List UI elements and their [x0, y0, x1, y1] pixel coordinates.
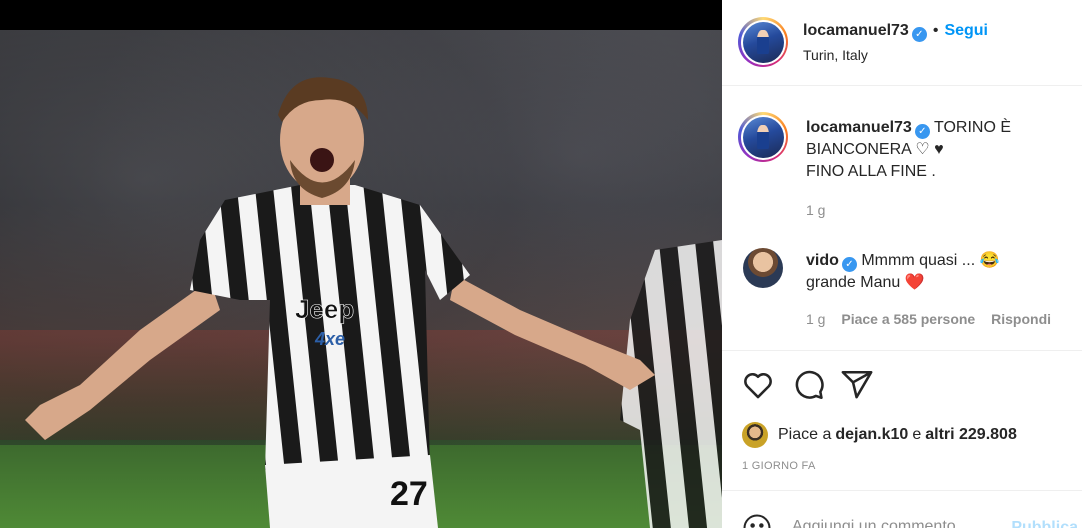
comment-text: vido ✓ Mmmm quasi ... 😂 grande Manu ❤️: [806, 250, 1066, 294]
verified-badge-icon: ✓: [911, 27, 927, 42]
caption-text: locamanuel73 ✓ TORINO È BIANCONERA ♡ ♥ FI…: [806, 117, 1066, 183]
heart-icon[interactable]: [741, 368, 775, 402]
caption-line-2: BIANCONERA ♡ ♥: [806, 141, 944, 158]
post-location[interactable]: Turin, Italy: [803, 47, 868, 63]
post-comment-button[interactable]: Pubblica: [1011, 519, 1078, 528]
likes-conjunction: e: [912, 426, 922, 443]
commenter-username[interactable]: vido: [806, 252, 839, 269]
caption-line-1: TORINO È: [933, 119, 1012, 136]
caption-username[interactable]: locamanuel73: [806, 119, 912, 136]
post-timestamp[interactable]: 1 GIORNO FA: [742, 460, 816, 472]
follow-button[interactable]: Segui: [944, 22, 988, 39]
author-avatar[interactable]: [738, 17, 788, 67]
likes-others[interactable]: altri 229.808: [925, 426, 1017, 444]
author-username[interactable]: locamanuel73: [803, 22, 909, 39]
caption-line-3: FINO ALLA FINE .: [806, 163, 936, 180]
liker-username[interactable]: dejan.k10: [835, 426, 908, 444]
reply-button[interactable]: Rispondi: [991, 311, 1051, 327]
verified-badge-icon: ✓: [914, 124, 930, 139]
jersey-sub: 4xe: [314, 329, 345, 349]
comment-likes[interactable]: Piace a 585 persone: [841, 311, 975, 327]
likes-prefix: Piace a: [778, 426, 832, 443]
player-illustration: Jeep 4xe 27: [25, 77, 722, 528]
post-side-panel: locamanuel73 ✓ • Segui Turin, Italy locaman…: [722, 0, 1082, 528]
action-bar: [722, 350, 1082, 420]
verified-badge-icon: ✓: [841, 257, 857, 272]
post-photo[interactable]: Jeep 4xe 27: [0, 0, 722, 528]
comment-meta: 1 g Piace a 585 persone Rispondi: [806, 311, 1063, 327]
share-icon[interactable]: [840, 368, 874, 402]
comment-icon[interactable]: [791, 368, 825, 402]
comment-input[interactable]: [792, 515, 1022, 528]
caption-avatar-image: [742, 116, 784, 158]
comment-time[interactable]: 1 g: [806, 311, 825, 327]
header-user-line: locamanuel73 ✓ • Segui: [803, 22, 988, 42]
separator-dot: •: [932, 22, 939, 39]
jersey-sponsor: Jeep: [295, 294, 354, 324]
comment-line-1: Mmmm quasi ... 😂: [861, 252, 1000, 269]
add-comment-bar: Pubblica: [722, 490, 1082, 528]
caption-avatar[interactable]: [738, 112, 788, 162]
caption-time[interactable]: 1 g: [806, 202, 825, 218]
likes-summary: Piace a dejan.k10 e altri 229.808: [742, 422, 1072, 448]
post-header: locamanuel73 ✓ • Segui Turin, Italy: [722, 0, 1082, 86]
comment-line-2: grande Manu ❤️: [806, 274, 925, 291]
commenter-avatar[interactable]: [743, 248, 783, 288]
author-avatar-image: [742, 21, 784, 63]
jersey-number: 27: [390, 475, 428, 513]
liker-avatar[interactable]: [742, 422, 768, 448]
emoji-icon[interactable]: [742, 513, 772, 528]
